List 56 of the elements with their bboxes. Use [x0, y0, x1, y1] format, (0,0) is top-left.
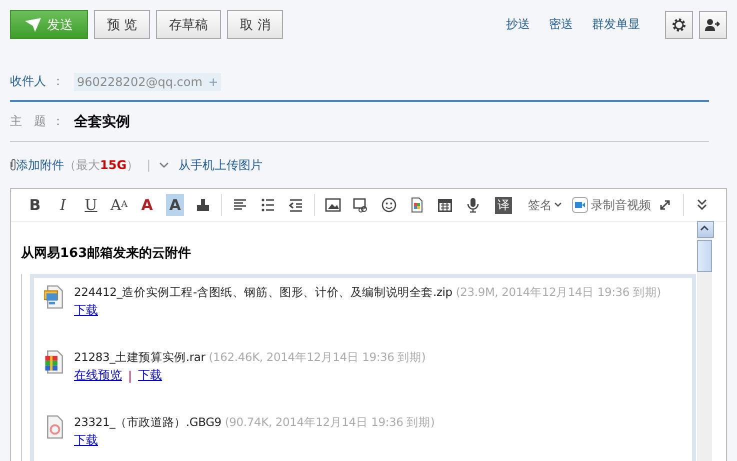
- header-link[interactable]: 密送: [549, 16, 573, 33]
- format-button[interactable]: U: [77, 194, 105, 216]
- header-link[interactable]: 抄送: [506, 16, 530, 33]
- person-arrow-icon: [704, 16, 722, 32]
- align-left-icon[interactable]: [232, 197, 248, 213]
- record-video-button[interactable]: 录制音视频: [572, 196, 651, 214]
- link-separator: |: [128, 368, 132, 382]
- outdent-icon[interactable]: [288, 197, 304, 213]
- scrollbar-thumb[interactable]: [697, 240, 712, 272]
- file-link[interactable]: 下载: [74, 302, 98, 319]
- header-link[interactable]: 群发单显: [592, 16, 640, 33]
- recipient-label: 收件人: [10, 73, 46, 90]
- format-button[interactable]: A: [166, 194, 184, 216]
- colon: ：: [52, 73, 64, 90]
- format-button[interactable]: A$^{A}$: [105, 194, 133, 216]
- colon: ：: [52, 113, 64, 130]
- microphone-icon[interactable]: [465, 197, 481, 213]
- translate-button[interactable]: 译: [495, 196, 512, 214]
- scrollbar[interactable]: [697, 221, 712, 461]
- file-link[interactable]: 下载: [74, 432, 98, 449]
- calendar-icon[interactable]: [437, 197, 453, 213]
- file-link[interactable]: 下载: [138, 367, 162, 384]
- smiley-icon[interactable]: [381, 197, 397, 213]
- caret-icon: [554, 202, 562, 208]
- toolbar-button[interactable]: 取 消: [227, 10, 284, 39]
- subject-label: 主 题: [10, 113, 46, 130]
- body-heading: 从网易163邮箱发来的云附件: [21, 245, 192, 262]
- file-link[interactable]: 在线预览: [74, 367, 122, 384]
- file-name: 23321_（市政道路）.GBG9 (90.74K, 2014年12月14日 19:36 到期): [74, 414, 435, 430]
- settings-icon: [671, 16, 687, 32]
- divider-mark: |: [146, 158, 151, 172]
- file-name: 21283_土建预算实例.rar (162.46K, 2014年12月14日 19:36 到期): [74, 349, 426, 365]
- format-button[interactable]: A: [133, 194, 161, 216]
- colored-document-icon[interactable]: [409, 197, 425, 213]
- chevron-down-icon[interactable]: [158, 162, 169, 168]
- bullet-list-icon[interactable]: [260, 197, 276, 213]
- add-attachment-link[interactable]: 添加附件: [16, 156, 64, 174]
- size-limit: （最大15G）: [64, 156, 139, 174]
- file-name: 224412_造价实例工程-含图纸、钢筋、图形、计价、及编制说明全套.zip (23.9M, 2014年12月14日 19:36 到期): [74, 284, 661, 300]
- image-icon[interactable]: [325, 197, 341, 213]
- toolbar-button[interactable]: 预 览: [94, 10, 150, 39]
- format-button[interactable]: B: [21, 194, 49, 216]
- paper-plane-icon: [25, 18, 41, 32]
- mobile-upload-link[interactable]: 从手机上传图片: [178, 156, 263, 174]
- person-arrow-button[interactable]: [699, 10, 727, 38]
- screenshot-icon[interactable]: [353, 197, 369, 213]
- document-file-icon: [44, 414, 66, 440]
- toolbar-button[interactable]: 存草稿: [156, 10, 222, 39]
- signature-dropdown[interactable]: 签名: [528, 196, 562, 214]
- paperclip-icon[interactable]: [10, 159, 16, 171]
- archive-file-icon: [44, 349, 66, 375]
- format-button[interactable]: I: [49, 194, 77, 216]
- video-camera-icon: [572, 197, 588, 213]
- monitor-file-icon: [44, 284, 66, 310]
- settings-button[interactable]: [665, 10, 693, 38]
- subject-field[interactable]: 全套实例: [74, 112, 130, 130]
